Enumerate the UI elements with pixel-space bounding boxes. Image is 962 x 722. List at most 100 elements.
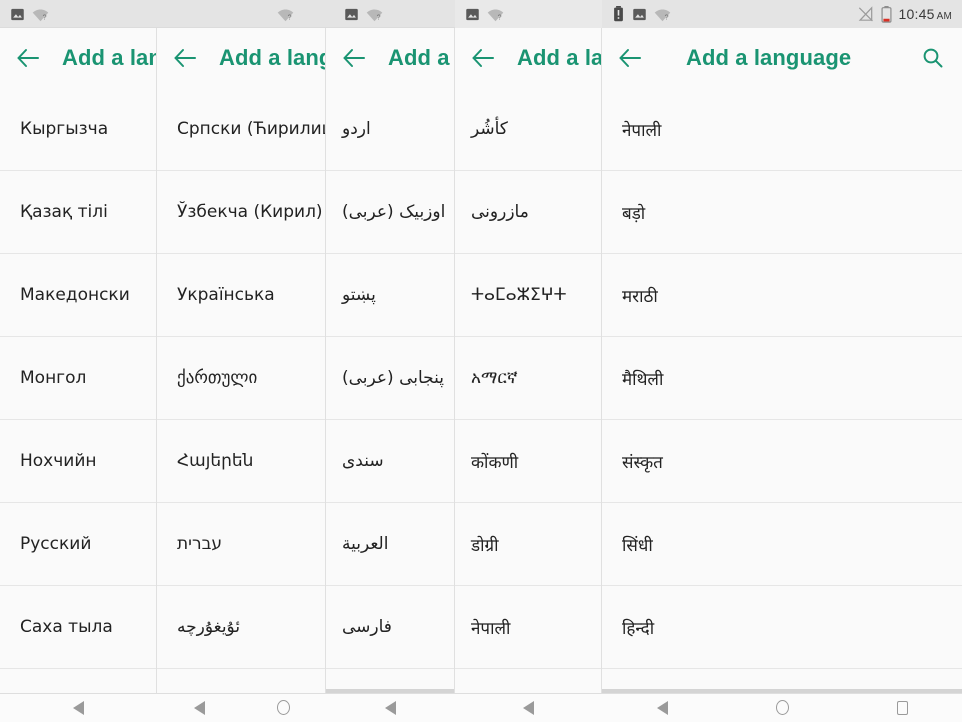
status-bar-clock: 10:45 AM <box>898 6 952 22</box>
list-item[interactable]: كأشُر <box>455 88 601 171</box>
list-item[interactable]: Українська <box>157 254 325 337</box>
list-item[interactable]: مازرونی <box>455 171 601 254</box>
language-name: Српски (Ћирилица) <box>177 119 325 139</box>
system-navigation-bar <box>0 693 962 722</box>
back-nav-button[interactable] <box>642 693 682 722</box>
toolbar-3: Add a language <box>326 28 454 88</box>
language-name: मराठी <box>622 286 658 307</box>
recents-nav-button[interactable] <box>882 693 922 722</box>
language-name: اوزبیک (عربی) <box>342 202 446 222</box>
page-title: Add a language <box>686 45 852 70</box>
list-item[interactable]: Қазақ тілі <box>0 171 156 254</box>
list-item[interactable]: پنجابی (عربی) <box>326 337 454 420</box>
list-item[interactable]: سندی <box>326 420 454 503</box>
back-button[interactable] <box>602 28 658 88</box>
page-title: Add a language <box>219 45 325 70</box>
svg-text:?: ? <box>498 13 502 21</box>
list-item[interactable]: संस्कृत <box>602 420 962 503</box>
list-item[interactable]: ქართული <box>157 337 325 420</box>
list-item[interactable]: فارسی <box>326 586 454 669</box>
list-item[interactable]: አማርኛ <box>455 337 601 420</box>
home-nav-button[interactable] <box>264 693 304 722</box>
image-icon <box>632 7 647 22</box>
list-item[interactable]: मराठी <box>602 254 962 337</box>
language-name: اردو <box>342 119 371 139</box>
status-bar: ? ? ? ? ? 10:45 AM <box>0 0 962 28</box>
list-item[interactable]: ئۇيغۇرچە <box>157 586 325 669</box>
list-item[interactable]: कोंकणी <box>455 420 601 503</box>
app-panel-2: Add a language Српски (Ћирилица) Ўзбекча… <box>157 28 326 693</box>
list-item[interactable]: Српски (Ћирилица) <box>157 88 325 171</box>
back-nav-button[interactable] <box>59 693 99 722</box>
language-name: सिंधी <box>622 535 653 556</box>
list-item[interactable]: Ўзбекча (Кирил) <box>157 171 325 254</box>
list-item[interactable]: Македонски <box>0 254 156 337</box>
app-panel-1: Add a language Кыргызча Қазақ тілі Макед… <box>0 28 157 693</box>
nav-segment-3 <box>326 693 455 722</box>
language-name: Қазақ тілі <box>20 202 108 222</box>
language-name: Македонски <box>20 285 130 305</box>
wifi-unknown-icon: ? <box>487 7 504 22</box>
list-item[interactable]: बड़ो <box>602 171 962 254</box>
list-item[interactable]: हिन्दी <box>602 586 962 669</box>
language-name: پښتو <box>342 285 376 305</box>
language-name: فارسی <box>342 617 392 637</box>
svg-text:?: ? <box>665 13 669 21</box>
list-item[interactable]: Հայերեն <box>157 420 325 503</box>
back-button[interactable] <box>157 28 213 88</box>
wifi-unknown-icon: ? <box>654 7 671 22</box>
list-item[interactable]: Нохчийн <box>0 420 156 503</box>
language-list-3[interactable]: اردو اوزبیک (عربی) پښتو پنجابی (عربی) سن… <box>326 88 454 693</box>
app-panel-3: Add a language اردو اوزبیک (عربی) پښتو پ… <box>326 28 455 693</box>
toolbar-2: Add a language <box>157 28 325 88</box>
page-title: Add a language <box>62 45 156 70</box>
list-item[interactable]: मैथिली <box>602 337 962 420</box>
language-name: עברית <box>177 534 223 554</box>
list-item[interactable]: اردو <box>326 88 454 171</box>
app-panel-5: Add a language नेपाली बड़ो मराठी मैथिली … <box>602 28 962 693</box>
search-button[interactable] <box>904 28 962 88</box>
list-item[interactable]: العربية <box>326 503 454 586</box>
language-name: ⵜⴰⵎⴰⵣⵉⵖⵜ <box>471 285 567 305</box>
device-screenshot: ? ? ? ? ? 10:45 AM Add a la Кыргызча Қаз… <box>0 0 962 722</box>
language-name: नेपाली <box>622 120 662 141</box>
back-nav-button[interactable] <box>179 693 219 722</box>
language-list-4[interactable]: كأشُر مازرونی ⵜⴰⵎⴰⵣⵉⵖⵜ አማርኛ कोंकणी डोग्र… <box>455 88 601 693</box>
arrow-back-icon <box>619 49 641 67</box>
back-button[interactable] <box>0 28 56 88</box>
list-item[interactable]: नेपाली <box>602 88 962 171</box>
page-title: Add a language <box>517 45 601 70</box>
back-button[interactable] <box>455 28 511 88</box>
list-item[interactable]: עברית <box>157 503 325 586</box>
battery-low-icon <box>881 5 892 23</box>
language-list-1[interactable]: Кыргызча Қазақ тілі Македонски Монгол Но… <box>0 88 156 693</box>
language-name: العربية <box>342 534 389 554</box>
list-item[interactable]: Саха тыла <box>0 586 156 669</box>
signal-off-icon <box>857 6 874 22</box>
list-item[interactable]: Монгол <box>0 337 156 420</box>
arrow-back-icon <box>343 49 365 67</box>
back-button[interactable] <box>326 28 382 88</box>
back-nav-icon <box>73 700 84 715</box>
list-item[interactable]: پښتو <box>326 254 454 337</box>
language-list-2[interactable]: Српски (Ћирилица) Ўзбекча (Кирил) Україн… <box>157 88 325 693</box>
nav-segment-4 <box>455 693 602 722</box>
language-name: बड़ो <box>622 203 646 224</box>
list-item[interactable]: सिंधी <box>602 503 962 586</box>
list-item[interactable]: ⵜⴰⵎⴰⵣⵉⵖⵜ <box>455 254 601 337</box>
back-nav-button[interactable] <box>509 693 549 722</box>
list-item[interactable]: नेपाली <box>455 586 601 669</box>
home-nav-button[interactable] <box>762 693 802 722</box>
language-name: ქართული <box>177 368 258 388</box>
language-list-5[interactable]: नेपाली बड़ो मराठी मैथिली संस्कृत सिंधी ह… <box>602 88 962 693</box>
list-item[interactable]: डोग्री <box>455 503 601 586</box>
toolbar-1: Add a language <box>0 28 156 88</box>
back-nav-button[interactable] <box>371 693 411 722</box>
image-icon <box>10 7 25 22</box>
list-item[interactable]: اوزبیک (عربی) <box>326 171 454 254</box>
arrow-back-icon <box>174 49 196 67</box>
svg-text:?: ? <box>288 13 292 21</box>
home-nav-icon <box>775 700 789 715</box>
list-item[interactable]: Кыргызча <box>0 88 156 171</box>
list-item[interactable]: Русский <box>0 503 156 586</box>
